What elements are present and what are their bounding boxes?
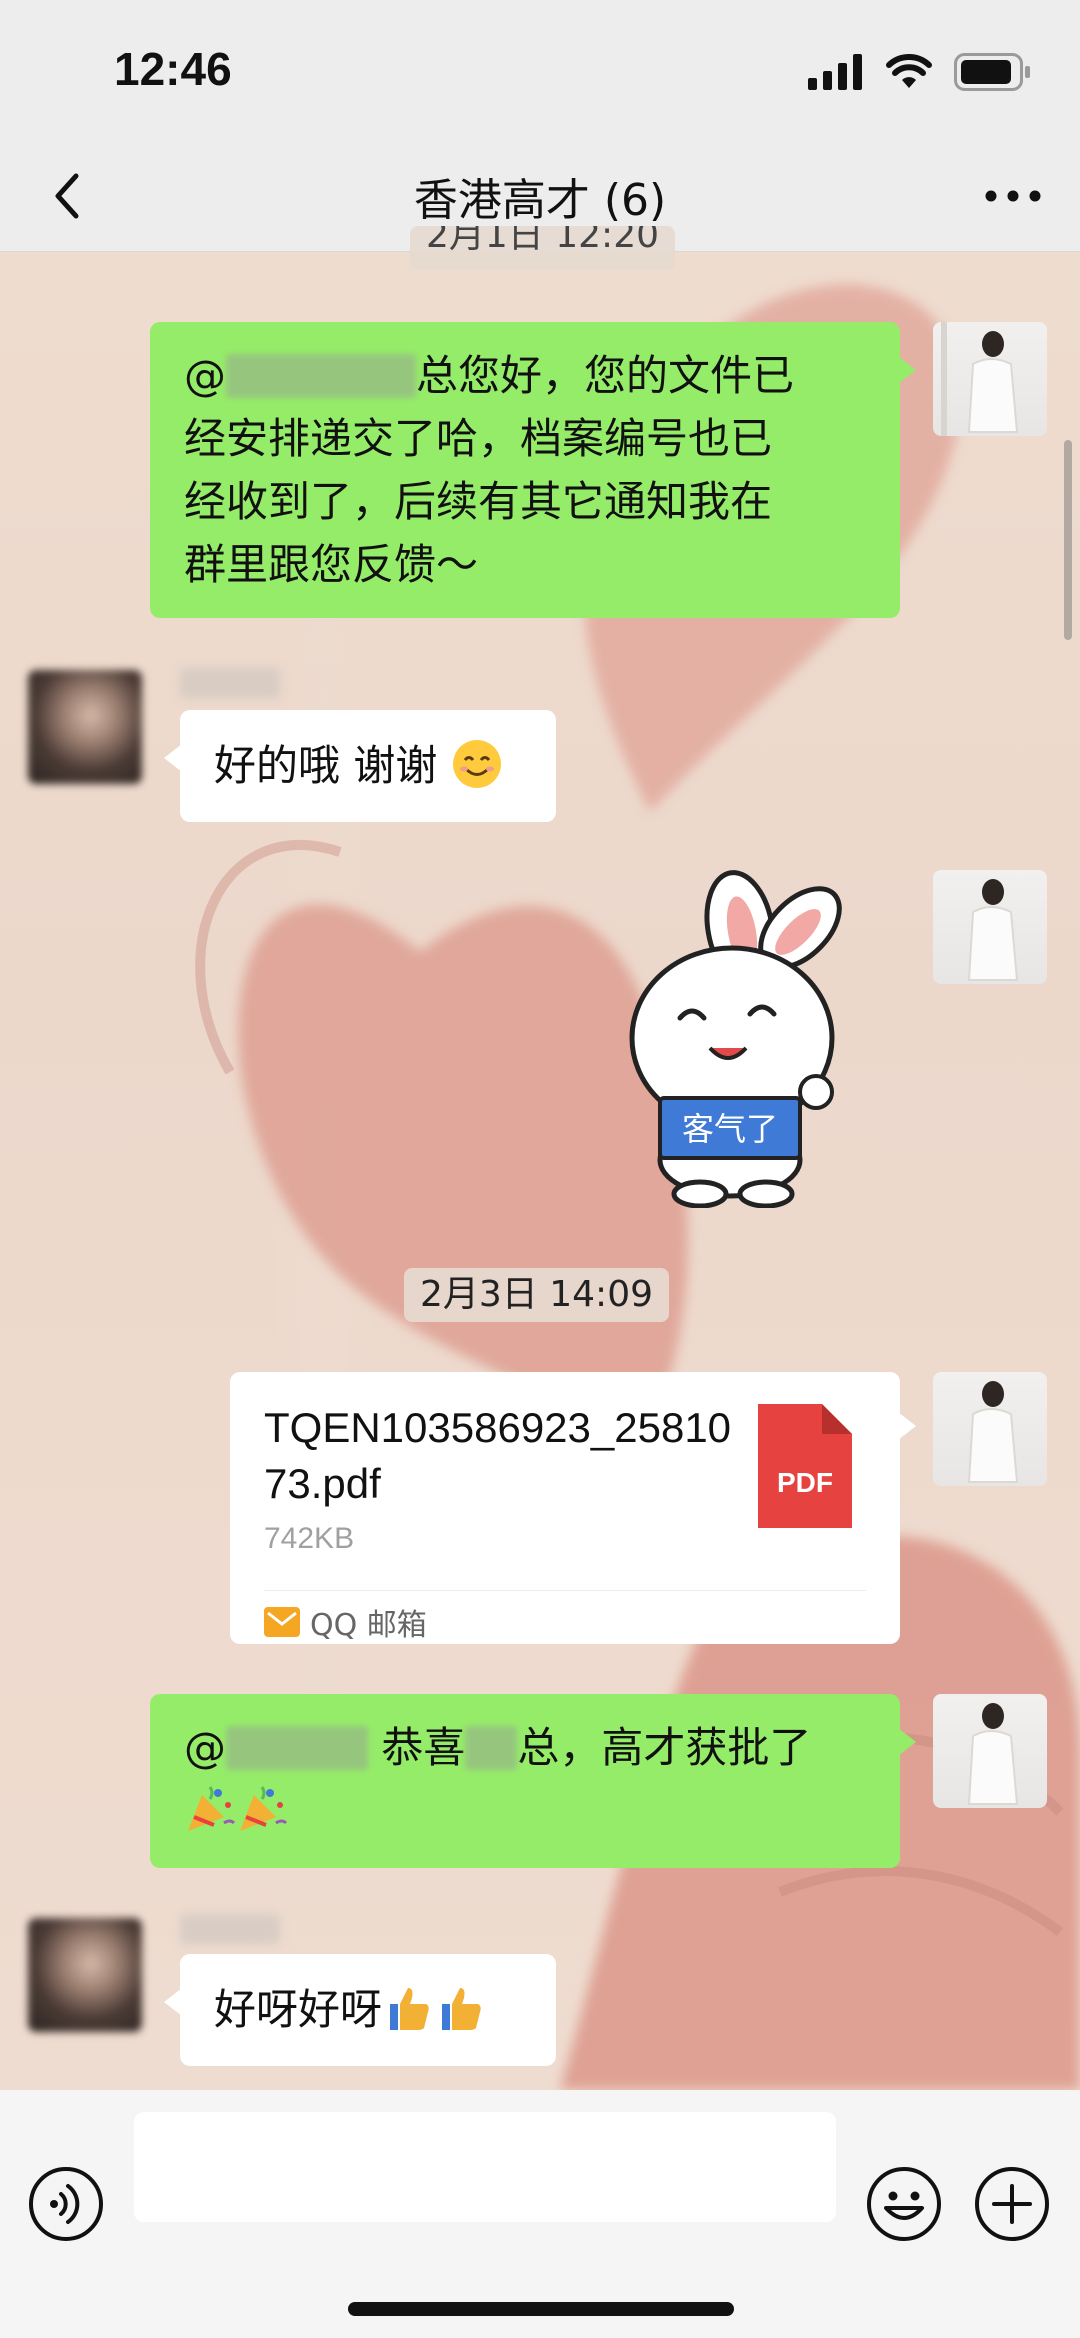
pdf-label: PDF [777,1467,833,1498]
party-popper-icon [240,1786,288,1831]
message-bubble-outgoing[interactable]: @ 总您好，您的文件已 经安排递交了哈，档案编号也已 经收到了，后续有其它通知我在… [150,322,916,618]
voice-icon[interactable] [28,2166,104,2242]
file-message-card[interactable]: TQEN103586923_2581073.pdf 742KB PDF QQ 邮… [230,1372,916,1644]
wifi-icon [886,54,932,88]
message-text: 总，高才获批了 [517,1723,812,1772]
smile-emoji-icon [452,740,501,788]
plus-icon[interactable] [974,2166,1050,2242]
more-dots-icon[interactable] [978,166,1048,226]
message-text: 经收到了，后续有其它通知我在 [184,477,773,526]
my-avatar[interactable] [933,870,1047,984]
message-text: 好呀好呀 [214,1985,383,2034]
my-avatar[interactable] [933,1372,1047,1486]
message-bubble-incoming[interactable]: 好的哦 谢谢 [164,710,556,822]
message-input-bar [0,2090,1080,2338]
redacted-name [465,1726,518,1770]
timestamp: 2月3日 14:09 [404,1268,669,1322]
battery-icon [954,53,1030,91]
message-text: 好的哦 谢谢 [214,741,438,790]
divider [264,1590,866,1591]
sender-avatar[interactable] [28,1918,142,2032]
avatar-photo [967,1703,1019,1805]
redacted-name [226,1726,368,1770]
message-text: 恭喜 [368,1723,466,1772]
thumbs-up-icon [442,1988,481,2030]
message-bubble-outgoing[interactable]: @ 恭喜 总，高才获批了 [150,1694,916,1868]
status-time: 12:46 [114,43,232,95]
sticker-text: 客气了 [682,1110,778,1148]
file-name: TQEN103586923_2581073.pdf [264,1404,732,1507]
pdf-file-icon: PDF [758,1404,852,1528]
home-indicator[interactable] [348,2302,734,2316]
avatar-photo [941,322,1019,436]
message-input[interactable] [134,2112,836,2222]
redacted-name [226,354,416,398]
avatar-photo [967,879,1019,981]
mention-at: @ [184,1723,226,1772]
thumbs-up-icon [390,1988,429,2030]
emoji-icon[interactable] [866,2166,942,2242]
message-text: 总您好，您的文件已 [416,351,795,400]
my-avatar[interactable] [933,1694,1047,1808]
message-text: 群里跟您反馈～ [184,540,479,589]
chat-title: 香港高才 (6) [413,175,667,226]
mail-icon [264,1607,300,1637]
sender-avatar[interactable] [28,670,142,784]
party-popper-icon [188,1786,236,1831]
message-bubble-incoming[interactable]: 好呀好呀 [164,1954,556,2066]
message-text: 经安排递交了哈，档案编号也已 [184,414,773,463]
timestamp: 2月1日 12:20 [410,226,675,270]
rabbit-sticker[interactable]: 客气了 [620,868,860,1208]
avatar-photo [967,1381,1019,1483]
sender-name-redacted [180,668,280,698]
file-source-label: QQ 邮箱 [310,1608,427,1643]
mention-at: @ [184,351,226,400]
file-source: QQ 邮箱 [264,1600,427,1644]
file-size: 742KB [264,1522,355,1555]
sender-name-redacted [180,1914,280,1944]
scrollbar[interactable] [1064,440,1072,640]
my-avatar[interactable] [933,322,1047,436]
signal-icon [808,54,862,90]
status-bar: 12:46 [0,0,1080,140]
status-icons [808,50,1032,94]
